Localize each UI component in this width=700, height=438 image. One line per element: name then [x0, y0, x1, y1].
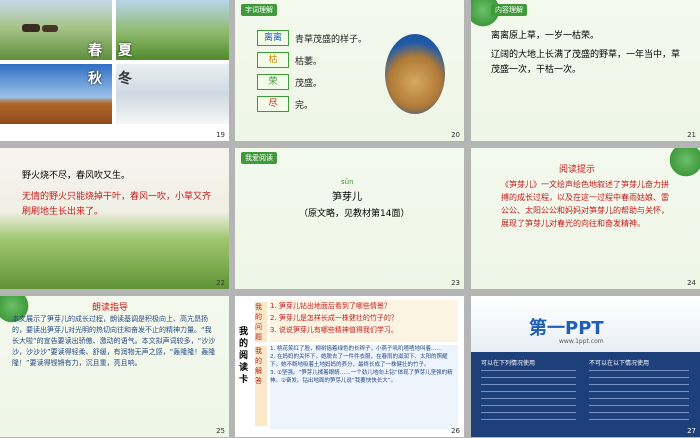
translation: 无情的野火只能烧掉干叶，春风一吹，小草又齐刷刷地生长出来了。 — [22, 192, 212, 217]
answer-item: 2. 在妈妈的关怀下，她脱去了一件件衣服，在春雨的滋润下、太阳的照耀下，她不断地… — [270, 354, 448, 368]
site-url: www.1ppt.com — [559, 338, 604, 345]
question-box: 1. 笋芽儿钻出地面后看到了哪些情景？ 2. 笋芽儿是怎样长成一株健壮的竹子的？… — [270, 300, 458, 342]
slide-number: 26 — [451, 427, 460, 435]
section-heading: 阅读提示 — [559, 165, 596, 175]
slide-24[interactable]: 阅读提示 《笋芽儿》一文绘声绘色地叙述了笋芽儿奋力拼搏的成长过程，以及在这一过程… — [471, 148, 700, 289]
terms-panel: 可以在下列情况使用 不可以在以下情况使用 — [471, 352, 700, 437]
grass-photo — [385, 34, 445, 114]
vocab-word: 枯 — [257, 52, 289, 68]
allowed-list — [481, 370, 576, 420]
slide-21[interactable]: 内容理解 离离原上草，一岁一枯荣。 辽阔的大地上长满了茂盛的野草，一年当中，草茂… — [471, 0, 700, 141]
section-tag: 字词理解 — [241, 4, 277, 16]
leaf-decoration — [666, 148, 700, 178]
pinyin: sǔn — [341, 178, 354, 186]
ppt-logo: 第一PPT — [529, 318, 604, 339]
slide-number: 21 — [687, 131, 696, 139]
answer-item: 3. ①坚强。“笋芽儿揉着眼睛……一个劲儿地向上钻”体现了笋芽儿坚强的精神。②奋… — [270, 370, 453, 384]
slide-23[interactable]: 我爱阅读 sǔn 笋芽儿 （原文略，见教材第14面） 23 — [235, 148, 464, 289]
tip-body: 《笋芽儿》一文绘声绘色地叙述了笋芽儿奋力拼搏的成长过程，以及在这一过程中春雨姑娘… — [501, 180, 669, 228]
answer-item: 1. 桃花笑红了脸，柳树摇着绿色的长辫子，小燕子叽叽喳喳地叫着…… — [270, 346, 442, 352]
season-winter: 冬 — [118, 71, 132, 87]
vocab-definition: 茂盛。 — [295, 79, 323, 89]
answer-box: 1. 桃花笑红了脸，柳树摇着绿色的长辫子，小燕子叽叽喳喳地叫着…… 2. 在妈妈… — [270, 345, 458, 429]
lesson-title: 笋芽儿 — [332, 192, 362, 203]
poem-line: 野火烧不尽，春风吹又生。 — [22, 171, 131, 181]
vocab-word: 离离 — [257, 30, 289, 46]
translation: 辽阔的大地上长满了茂盛的野草，一年当中，草茂盛一次，干枯一次。 — [491, 50, 681, 75]
season-autumn: 秋 — [88, 71, 102, 87]
vocab-definition: 枯萎。 — [295, 57, 323, 67]
season-summer: 夏 — [118, 43, 132, 59]
lesson-subtitle: （原文略，见教材第14面） — [299, 209, 410, 219]
section-heading: 朗读指导 — [92, 303, 129, 313]
question-item: 1. 笋芽儿钻出地面后看到了哪些情景？ — [270, 302, 391, 310]
question-item: 2. 笋芽儿是怎样长成一株健壮的竹子的？ — [270, 314, 398, 322]
section-tag: 我爱阅读 — [241, 152, 277, 164]
poem-line: 离离原上草，一岁一枯荣。 — [491, 31, 600, 41]
slide-number: 24 — [687, 279, 696, 287]
slide-20[interactable]: 字词理解 离离 青草茂盛的样子。 枯 枯萎。 荣 茂盛。 尽 完。 20 — [235, 0, 464, 141]
allowed-title: 可以在下列情况使用 — [481, 360, 536, 367]
slide-25[interactable]: 朗读指导 本文展示了笋芽儿的成长过程，朗读基调是积极向上、高亢昂扬的，要读出笋芽… — [0, 296, 229, 437]
slide-number: 25 — [216, 427, 225, 435]
slide-26[interactable]: 我的阅读卡 我的问题 我的解答 1. 笋芽儿钻出地面后看到了哪些情景？ 2. 笋… — [235, 296, 464, 437]
section-tag: 内容理解 — [491, 4, 527, 16]
vocab-definition: 完。 — [295, 101, 314, 111]
vocab-definition: 青草茂盛的样子。 — [295, 35, 368, 45]
slide-19[interactable]: 春 夏 秋 冬 19 — [0, 0, 229, 141]
horse — [22, 24, 40, 32]
guide-body: 本文展示了笋芽儿的成长过程，朗读基调是积极向上、高亢昂扬的，要读出笋芽儿对光明的… — [12, 315, 216, 367]
logo-banner: 第一PPT www.1ppt.com — [471, 296, 700, 352]
slide-27[interactable]: 第一PPT www.1ppt.com 可以在下列情况使用 不可以在以下情况使用 … — [471, 296, 700, 437]
vocab-word: 荣 — [257, 74, 289, 90]
slide-number: 20 — [451, 131, 460, 139]
winter-photo — [116, 64, 229, 124]
slide-number: 23 — [451, 279, 460, 287]
slide-number: 19 — [216, 131, 225, 139]
horse — [42, 25, 58, 32]
forbidden-title: 不可以在以下情况使用 — [589, 360, 650, 367]
slide-number: 27 — [687, 427, 696, 435]
summer-photo — [116, 0, 229, 60]
slide-22[interactable]: 野火烧不尽，春风吹又生。 无情的野火只能烧掉干叶，春风一吹，小草又齐刷刷地生长出… — [0, 148, 229, 289]
slide-number: 22 — [216, 279, 225, 287]
forbidden-list — [589, 370, 689, 420]
question-label: 我的问题 — [255, 302, 267, 342]
answer-label: 我的解答 — [255, 346, 267, 426]
question-item: 3. 说说笋芽儿有哪些精神值得我们学习。 — [270, 326, 398, 334]
vocab-word: 尽 — [257, 96, 289, 112]
season-spring: 春 — [88, 43, 102, 59]
reading-card-side: 我的阅读卡 — [239, 327, 249, 385]
